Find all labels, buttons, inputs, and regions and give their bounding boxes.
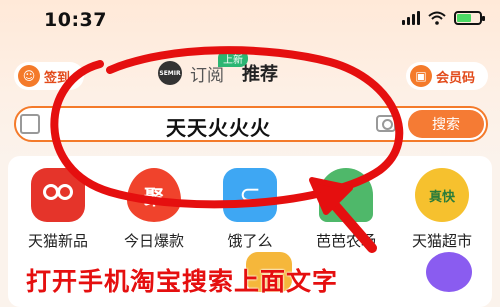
shortcut-farm[interactable]: 芭芭农场 bbox=[301, 168, 391, 251]
status-icons bbox=[402, 10, 485, 25]
tab-recommend[interactable]: 推荐 bbox=[242, 60, 278, 86]
farm-icon bbox=[319, 168, 373, 222]
shortcut-label: 芭芭农场 bbox=[315, 232, 376, 250]
signal-icon bbox=[402, 10, 420, 25]
search-button[interactable]: 搜索 bbox=[408, 110, 484, 138]
shortcut-tmall-new[interactable]: 天猫新品 bbox=[13, 168, 103, 251]
shortcut-tmall-supermarket[interactable]: 真快 天猫超市 bbox=[397, 168, 487, 251]
shortcut-eleme[interactable]: ⊂ 饿了么 bbox=[205, 168, 295, 251]
battery-icon bbox=[454, 10, 485, 25]
checkin-icon: ☺ bbox=[18, 65, 40, 87]
checkin-button[interactable]: ☺ 签到 bbox=[14, 62, 84, 90]
new-badge: 上新 bbox=[218, 50, 248, 67]
tmall-supermarket-icon: 真快 bbox=[415, 168, 469, 222]
wifi-icon bbox=[428, 11, 446, 25]
search-bar[interactable]: 天天火火火 搜索 bbox=[14, 106, 488, 142]
scan-icon[interactable] bbox=[20, 114, 40, 134]
shortcut-label: 天猫超市 bbox=[411, 232, 472, 250]
menu-icon[interactable] bbox=[426, 252, 472, 292]
shortcut-label: 天猫新品 bbox=[27, 232, 88, 250]
camera-icon[interactable] bbox=[376, 115, 396, 132]
shortcut-label: 饿了么 bbox=[227, 232, 273, 250]
status-time: 10:37 bbox=[44, 9, 107, 31]
member-code-button[interactable]: ▣ 会员码 bbox=[406, 62, 488, 90]
checkin-label: 签到 bbox=[44, 70, 71, 86]
eleme-icon: ⊂ bbox=[223, 168, 277, 222]
member-code-icon: ▣ bbox=[410, 65, 432, 87]
tmall-new-icon bbox=[31, 168, 85, 222]
annotation-caption: 打开手机淘宝搜索上面文字 bbox=[26, 267, 339, 296]
member-code-label: 会员码 bbox=[436, 70, 476, 86]
hot-deal-icon: 聚 bbox=[127, 168, 181, 222]
shortcut-hot-deal[interactable]: 聚 今日爆款 bbox=[109, 168, 199, 251]
search-input[interactable]: 天天火火火 bbox=[166, 112, 271, 141]
brand-logo: SEMIR bbox=[158, 61, 182, 85]
shortcut-label: 今日爆款 bbox=[123, 232, 184, 250]
